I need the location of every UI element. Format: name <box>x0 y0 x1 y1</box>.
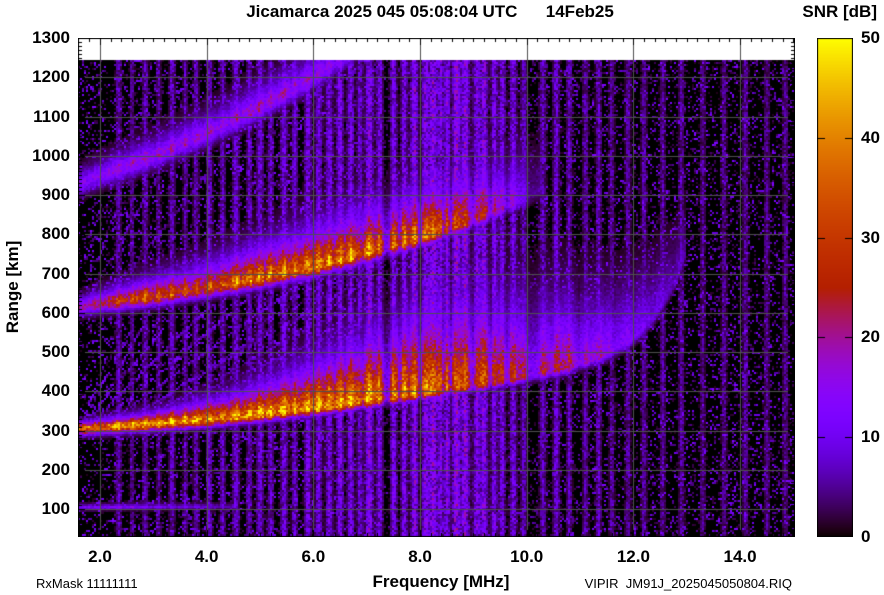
snr-colorbar <box>817 38 853 537</box>
colorbar-tick-label: 20 <box>861 327 880 347</box>
colorbar-tick-label: 30 <box>861 227 880 247</box>
y-tick-label: 600 <box>41 302 70 322</box>
x-tick-label: 2.0 <box>88 547 112 566</box>
x-tick-label: 10.0 <box>510 547 544 566</box>
y-tick-label: 700 <box>41 263 70 283</box>
colorbar-tick-label: 40 <box>861 127 880 147</box>
rx-mask-label: RxMask 11111111 <box>36 576 138 591</box>
ionogram-heatmap-canvas <box>78 38 795 537</box>
x-axis-label: Frequency [MHz] <box>372 572 510 591</box>
x-tick-label: 14.0 <box>723 547 757 566</box>
colorbar-tick-label: 10 <box>861 427 880 447</box>
x-tick-label: 4.0 <box>194 547 219 566</box>
x-tick-label: 8.0 <box>408 547 432 566</box>
y-tick-label: 400 <box>41 381 70 401</box>
y-tick-label: 900 <box>41 185 70 205</box>
colorbar-tick-label: 50 <box>861 28 880 47</box>
y-tick-label: 100 <box>41 499 70 519</box>
data-file-label: VIPIR JM91J_2025045050804.RIQ <box>584 576 792 591</box>
colorbar-title: SNR [dB] <box>802 2 877 21</box>
colorbar-tick-label: 0 <box>861 527 871 546</box>
y-tick-label: 200 <box>41 459 70 479</box>
y-tick-label: 1300 <box>32 28 70 47</box>
page-title: Jicamarca 2025 045 05:08:04 UTC 14Feb25 <box>246 2 614 21</box>
y-tick-label: 1000 <box>32 145 70 165</box>
y-tick-label: 500 <box>41 342 70 362</box>
x-tick-label: 12.0 <box>616 547 650 566</box>
ionogram-figure: Jicamarca 2025 045 05:08:04 UTC 14Feb25 … <box>0 0 884 595</box>
y-tick-label: 1200 <box>32 67 70 87</box>
y-tick-label: 1100 <box>33 106 70 126</box>
y-tick-label: 300 <box>41 420 70 440</box>
y-tick-label: 800 <box>41 224 70 244</box>
x-tick-label: 6.0 <box>301 547 326 566</box>
